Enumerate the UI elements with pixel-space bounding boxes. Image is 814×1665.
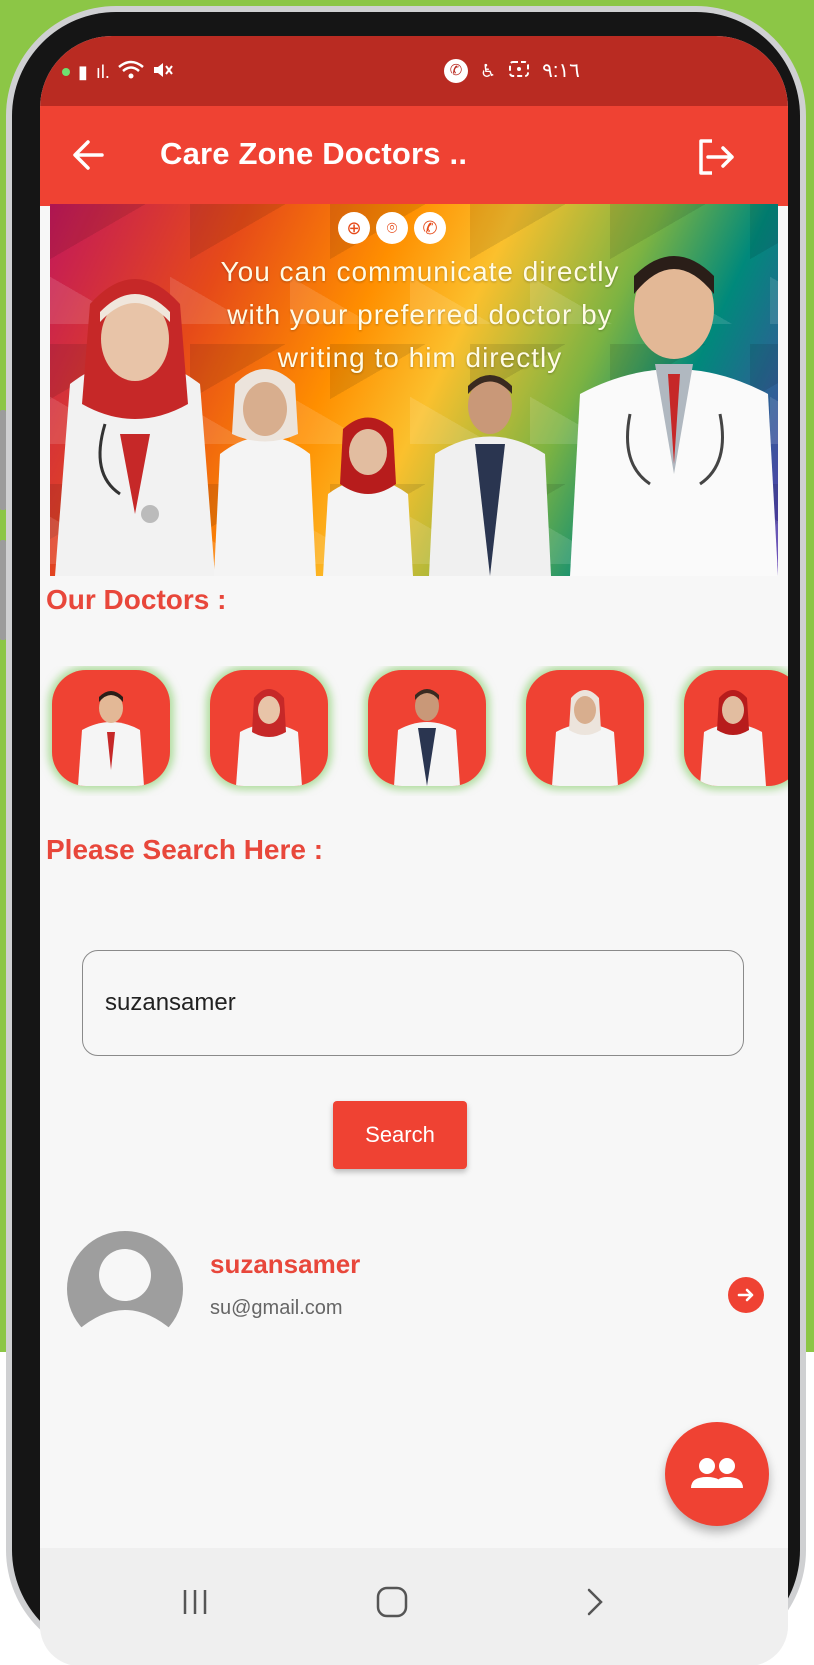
doctor-avatar-5[interactable] <box>684 670 788 786</box>
search-result-item[interactable]: suzansamer su@gmail.com <box>40 1231 788 1351</box>
screenshot-icon <box>508 59 530 83</box>
globe-icon: ⊕ <box>338 212 370 244</box>
doctor-image-4 <box>429 375 551 576</box>
search-input[interactable] <box>82 950 744 1056</box>
status-left-icons: ▮ ıl. <box>62 60 174 84</box>
search-button[interactable]: Search <box>333 1101 467 1169</box>
signal-icon: ıl. <box>95 62 110 82</box>
people-icon <box>691 1458 743 1488</box>
logout-icon <box>699 139 734 175</box>
accessibility-icon: ♿ <box>480 60 497 81</box>
page-title: Care Zone Doctors .. <box>160 136 468 171</box>
chevron-right-icon <box>587 1588 603 1616</box>
avatar-placeholder-icon <box>62 1231 188 1347</box>
wifi-icon <box>118 60 144 84</box>
doctor-thumbnail <box>394 689 460 786</box>
result-email: su@gmail.com <box>210 1297 343 1319</box>
doctors-carousel[interactable] <box>40 666 788 796</box>
power-button <box>0 540 6 640</box>
banner-contact-icons: ⊕ ⌾ ✆ <box>338 212 446 244</box>
home-button[interactable] <box>362 1574 422 1630</box>
contacts-fab-button[interactable] <box>665 1422 769 1526</box>
back-button[interactable] <box>64 130 114 180</box>
back-nav-button[interactable] <box>565 1574 625 1630</box>
system-nav-bar <box>40 1548 788 1665</box>
doctor-avatar-2[interactable] <box>210 670 328 786</box>
volume-button <box>0 410 6 510</box>
doctor-avatar-4[interactable] <box>526 670 644 786</box>
location-pin-icon: ⌾ <box>376 212 408 244</box>
battery-saver-icon: ▮ <box>78 62 88 82</box>
phone-icon: ✆ <box>414 212 446 244</box>
call-icon: ✆ <box>444 58 468 83</box>
status-bar: ▮ ıl. ✆ ♿ ٩:١٦ <box>40 36 788 106</box>
logout-button[interactable] <box>690 132 740 182</box>
open-chat-button[interactable] <box>728 1277 764 1313</box>
arrow-back-icon <box>73 140 104 170</box>
recent-apps-icon <box>183 1590 207 1614</box>
doctor-avatar-3[interactable] <box>368 670 486 786</box>
doctor-thumbnail <box>236 689 302 786</box>
status-time: ٩:١٦ <box>542 60 580 82</box>
doctor-avatar-1[interactable] <box>52 670 170 786</box>
mute-icon <box>152 60 174 84</box>
result-name: suzansamer <box>210 1249 361 1279</box>
app-screen: ▮ ıl. ✆ ♿ ٩:١٦ Care Zone Doctors .. ⊕ ⌾ … <box>40 36 788 1665</box>
search-heading: Please Search Here : <box>46 834 324 865</box>
doctor-image-2 <box>214 369 316 576</box>
doctor-thumbnail <box>78 691 144 786</box>
female-doctor-image <box>55 279 215 576</box>
recent-apps-button[interactable] <box>165 1574 225 1630</box>
app-bar: Care Zone Doctors .. <box>40 106 788 206</box>
male-doctor-image <box>570 256 778 576</box>
doctor-image-3 <box>323 417 413 576</box>
home-icon <box>376 1586 408 1618</box>
notification-dot-icon <box>62 68 70 76</box>
promo-banner: ⊕ ⌾ ✆ You can communicate directly with … <box>50 204 778 576</box>
doctor-thumbnail <box>552 690 618 786</box>
arrow-forward-icon <box>737 1288 754 1302</box>
status-right-icons: ✆ ♿ ٩:١٦ <box>444 58 580 83</box>
doctor-thumbnail <box>700 690 766 786</box>
our-doctors-heading: Our Doctors : <box>46 584 227 615</box>
